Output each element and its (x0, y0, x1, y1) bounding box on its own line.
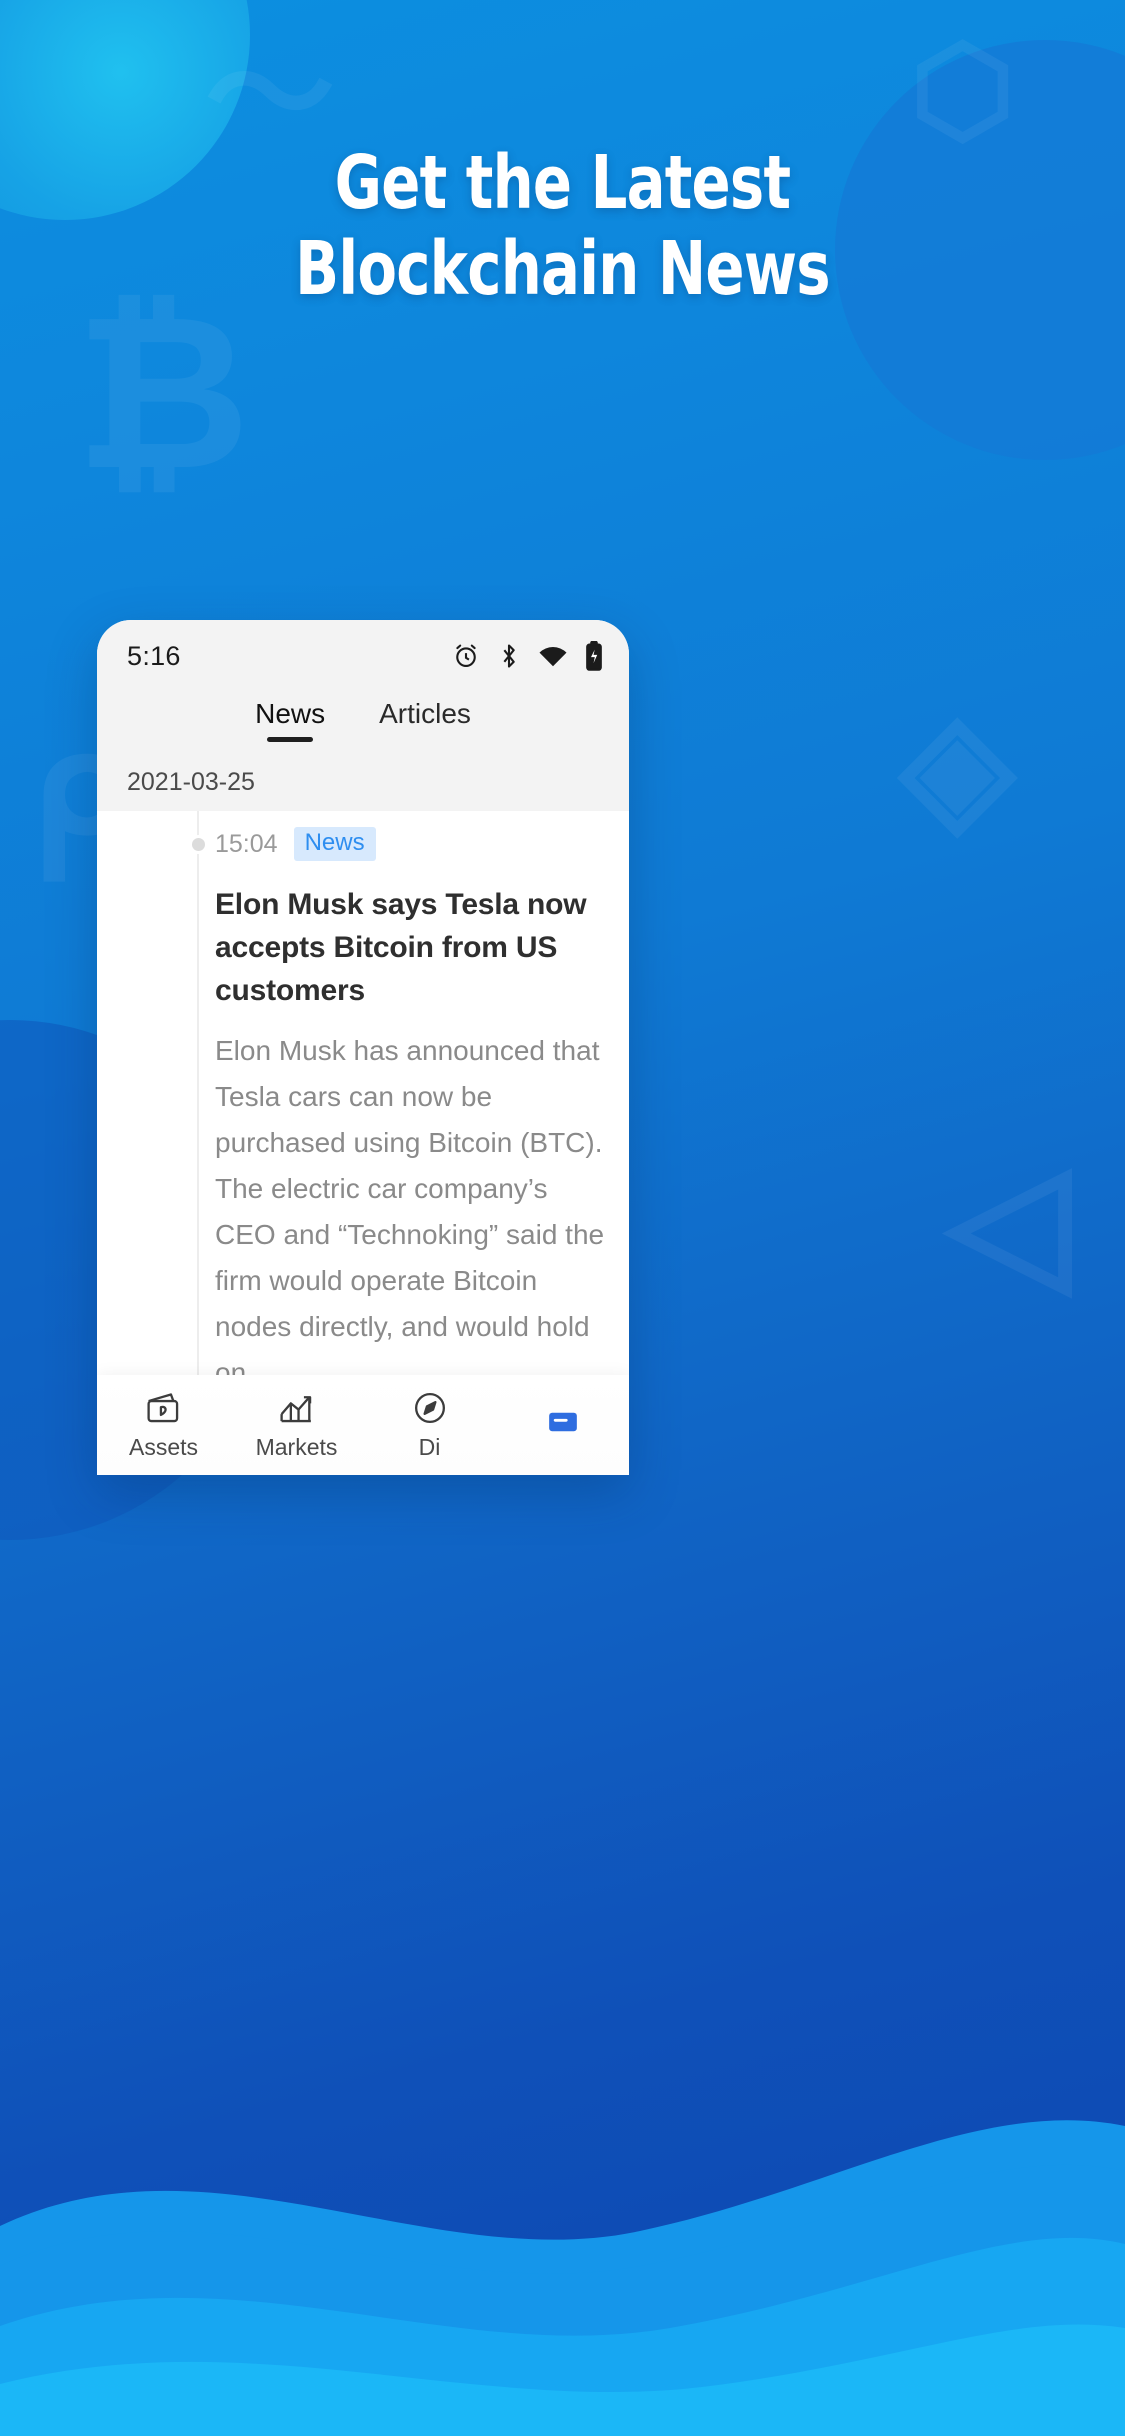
ethereum-watermark-icon: ◈ (899, 681, 1015, 849)
nav-item-assets[interactable]: Assets (97, 1389, 230, 1461)
news-icon (543, 1403, 583, 1441)
tab-news[interactable]: News (255, 698, 325, 742)
item-title[interactable]: Elon Musk says Tesla now accepts Bitcoin… (215, 883, 605, 1012)
nav-item-discover[interactable]: Di (363, 1389, 496, 1461)
tab-active-indicator (267, 737, 314, 742)
status-bar: 5:16 (97, 620, 629, 692)
tron-watermark-icon: ◁ (946, 1130, 1070, 1309)
wifi-icon (538, 644, 568, 668)
hexagon-watermark-icon: ⬡ (910, 23, 1015, 157)
bottom-wave-decoration (0, 2120, 1125, 2436)
nav-item-assets-label: Assets (128, 1434, 199, 1460)
feed-tab-bar: News Articles (97, 692, 629, 764)
nav-item-discover-label: Di (418, 1434, 441, 1460)
item-summary: Elon Musk has announced that Tesla cars … (215, 1035, 605, 1388)
feed-date-header: 2021-03-25 (97, 764, 629, 811)
nav-item-markets[interactable]: Markets (230, 1389, 363, 1461)
nav-item-news[interactable] (496, 1403, 629, 1448)
promo-headline: Get the Latest Blockchain News (124, 140, 1002, 312)
headline-line-2: Blockchain News (295, 226, 830, 312)
bluetooth-icon (497, 642, 521, 670)
timeline-dot-icon (189, 835, 208, 854)
bottom-navigation-bar: Assets Markets Di (97, 1375, 629, 1475)
alarm-icon (452, 642, 480, 670)
tab-articles[interactable]: Articles (379, 698, 471, 742)
tab-news-label: News (255, 698, 326, 729)
tab-articles-label: Articles (379, 698, 471, 729)
headline-line-1: Get the Latest (334, 140, 791, 226)
phone-mockup: 5:16 News Articles 2021-03-25 15:04 News… (97, 620, 629, 1475)
status-badge: News (293, 827, 376, 861)
battery-charging-icon (585, 641, 603, 671)
item-time: 15:04 (215, 829, 278, 858)
nav-item-markets-label: Markets (255, 1434, 338, 1460)
bitcoin-watermark-icon: ₿ (75, 272, 251, 513)
compass-icon (410, 1389, 450, 1427)
chart-up-icon (277, 1389, 317, 1427)
wallet-icon (144, 1389, 184, 1427)
status-bar-clock: 5:16 (127, 640, 181, 671)
